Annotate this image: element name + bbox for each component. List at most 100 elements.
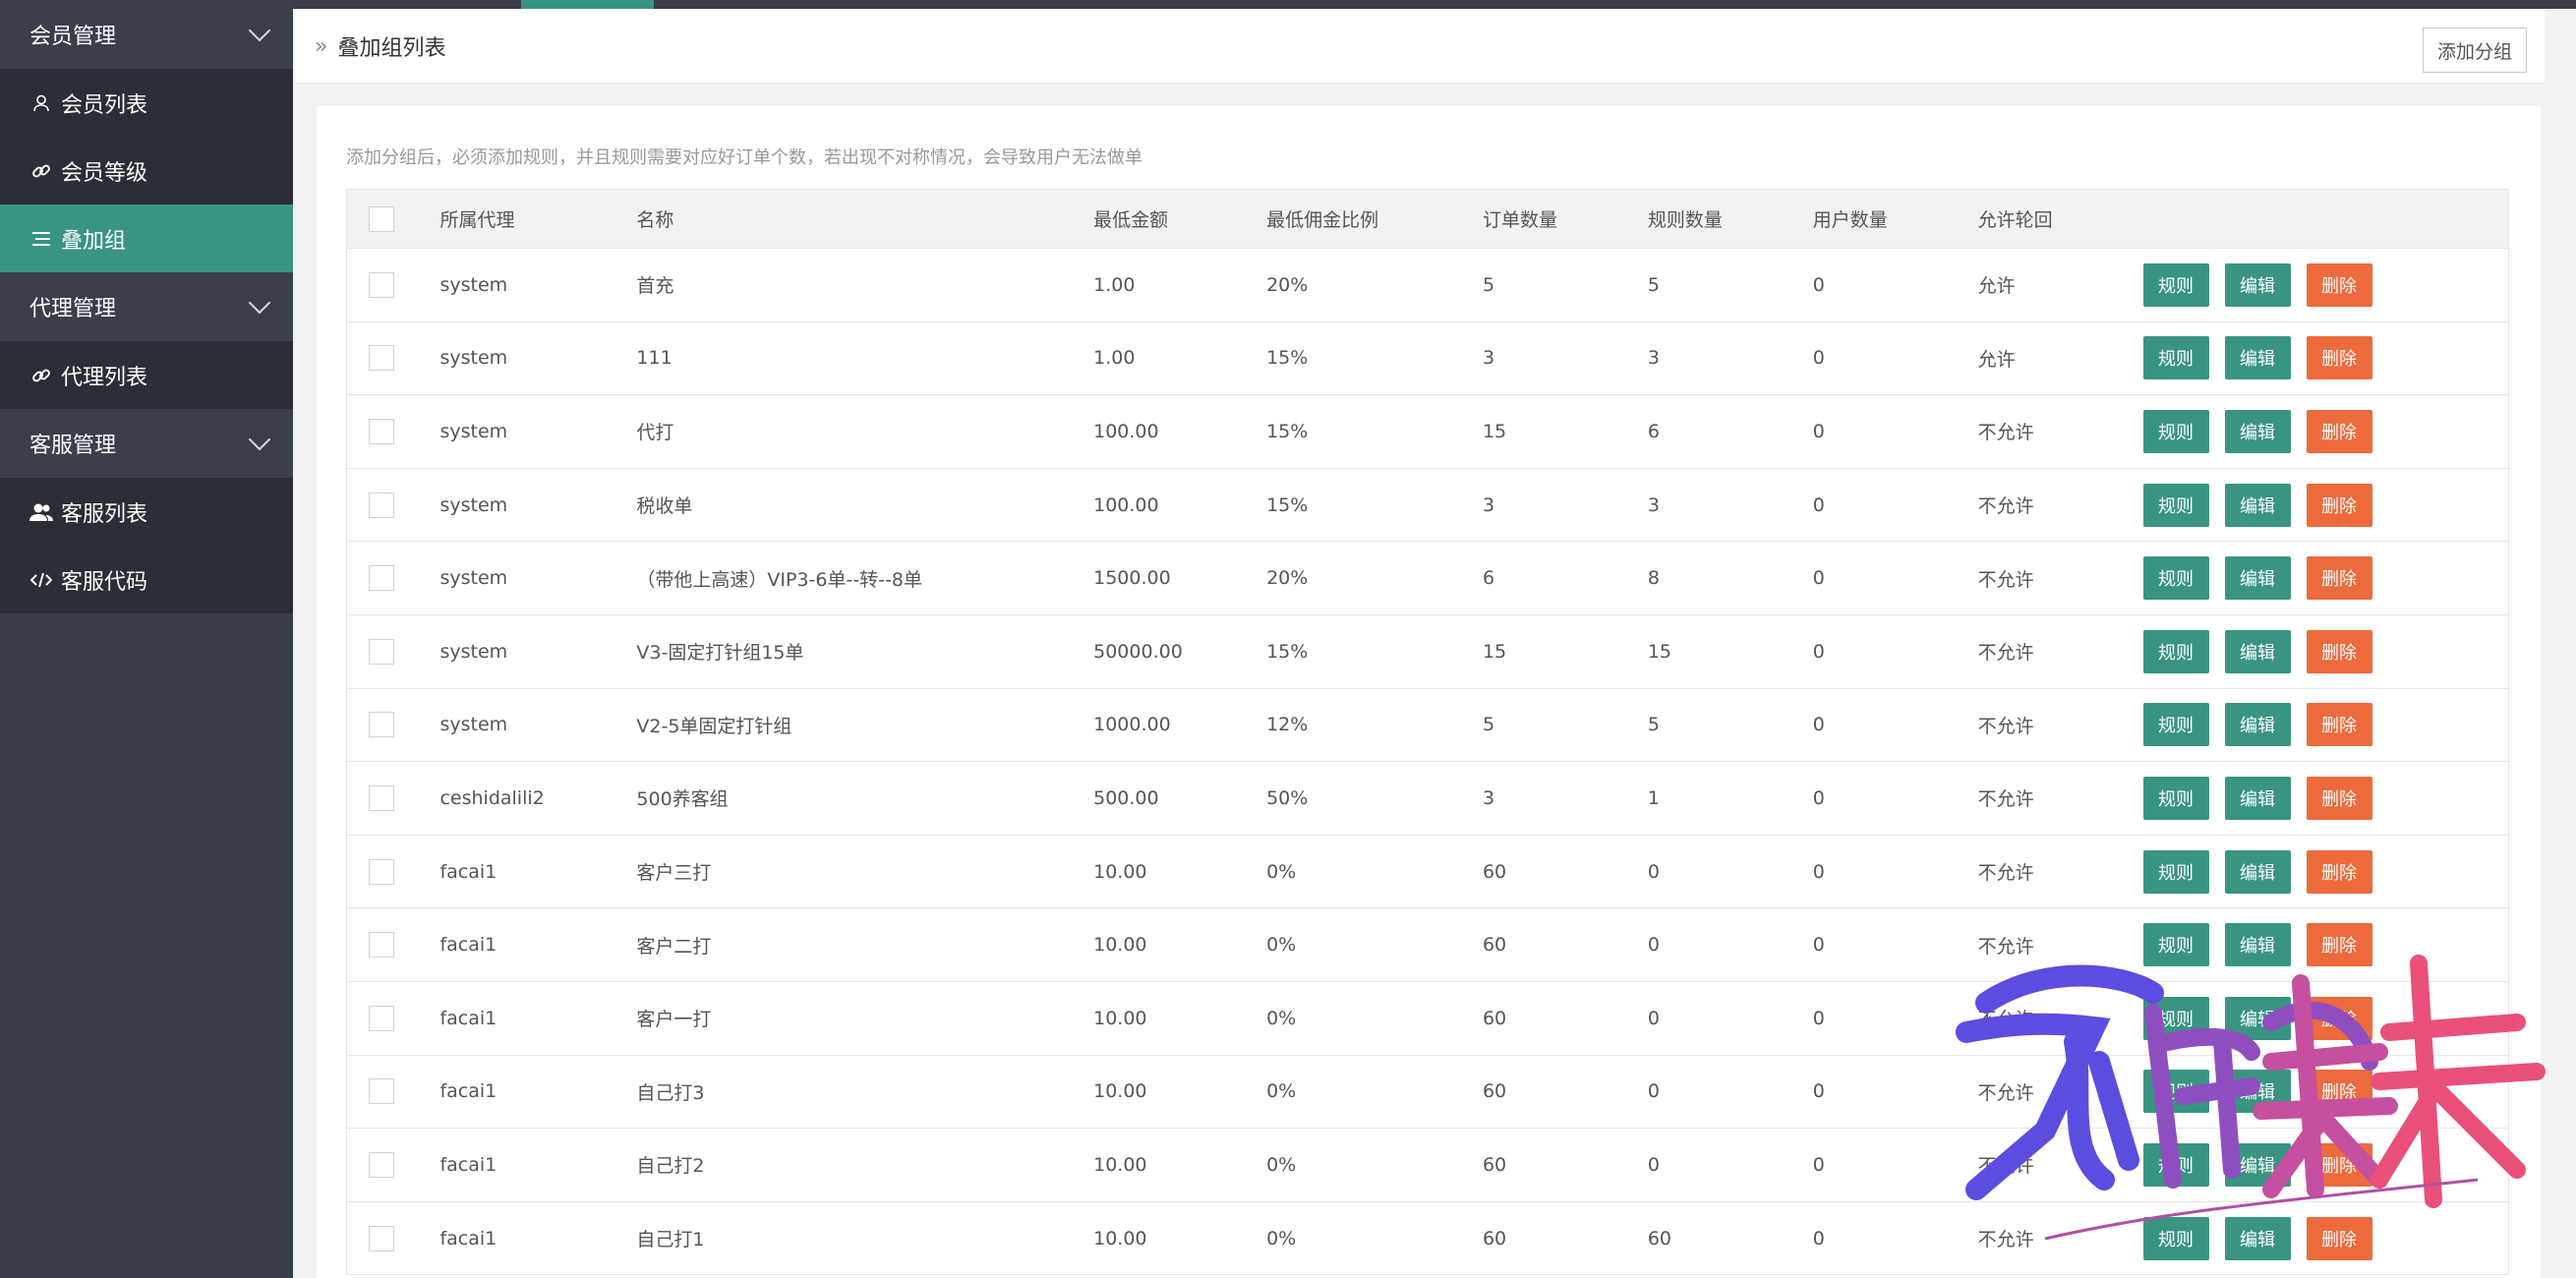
table-row: facai1 自己打2 10.00 0% 60 0 0 不允许 规则 编辑 删除 xyxy=(346,1128,2509,1202)
select-cell xyxy=(346,321,440,396)
nav-group-service[interactable]: 客服管理 xyxy=(0,409,293,478)
table-cell: 自己打1 xyxy=(636,1201,1094,1276)
rule-button[interactable]: 规则 xyxy=(2142,849,2209,894)
table-cell: 6 xyxy=(1482,541,1648,615)
table-cell: 20% xyxy=(1266,248,1483,322)
row-checkbox[interactable] xyxy=(369,418,394,444)
edit-button[interactable]: 编辑 xyxy=(2224,1142,2291,1187)
sidebar-item-member-level[interactable]: 会员等级 xyxy=(0,137,293,204)
table-cell: 15% xyxy=(1266,468,1483,543)
table-cell: 15% xyxy=(1266,394,1483,469)
chevron-down-icon xyxy=(248,19,271,42)
sidebar-item-service-list[interactable]: 客服列表 xyxy=(0,478,293,546)
table-row: facai1 客户一打 10.00 0% 60 0 0 不允许 规则 编辑 删除 xyxy=(346,981,2509,1056)
table-cell: V2-5单固定打针组 xyxy=(636,688,1094,763)
delete-button[interactable]: 删除 xyxy=(2306,776,2372,820)
delete-button[interactable]: 删除 xyxy=(2306,556,2372,601)
rule-button[interactable]: 规则 xyxy=(2142,1142,2209,1187)
delete-button[interactable]: 删除 xyxy=(2306,849,2372,894)
row-checkbox[interactable] xyxy=(369,1151,394,1178)
table-cell: 0 xyxy=(1812,688,1978,763)
rule-button[interactable]: 规则 xyxy=(2142,703,2209,747)
sidebar-item-agent-list[interactable]: 代理列表 xyxy=(0,341,293,409)
table-cell: system xyxy=(439,688,637,763)
actions-header xyxy=(2142,189,2509,249)
table-row: facai1 自己打3 10.00 0% 60 0 0 不允许 规则 编辑 删除 xyxy=(346,1055,2509,1130)
delete-button[interactable]: 删除 xyxy=(2306,483,2372,527)
rule-button[interactable]: 规则 xyxy=(2142,483,2209,527)
edit-button[interactable]: 编辑 xyxy=(2224,996,2291,1040)
user-icon xyxy=(29,94,53,112)
delete-button[interactable]: 删除 xyxy=(2306,409,2372,453)
delete-button[interactable]: 删除 xyxy=(2306,703,2372,747)
rule-button[interactable]: 规则 xyxy=(2142,409,2209,453)
nav-group-member[interactable]: 会员管理 xyxy=(0,0,293,69)
rule-button[interactable]: 规则 xyxy=(2142,556,2209,601)
edit-button[interactable]: 编辑 xyxy=(2224,629,2291,673)
sidebar-item-service-code[interactable]: 客服代码 xyxy=(0,546,293,613)
edit-button[interactable]: 编辑 xyxy=(2224,849,2291,894)
delete-button[interactable]: 删除 xyxy=(2306,996,2372,1040)
sidebar-item-overlay-group[interactable]: 叠加组 xyxy=(0,204,293,272)
table-cell: system xyxy=(439,468,637,543)
row-checkbox[interactable] xyxy=(369,271,394,298)
row-checkbox[interactable] xyxy=(369,638,394,665)
row-checkbox[interactable] xyxy=(369,784,394,811)
table-cell: 20% xyxy=(1266,541,1483,615)
nav-group-agent[interactable]: 代理管理 xyxy=(0,272,293,341)
row-checkbox[interactable] xyxy=(369,1078,394,1105)
rule-button[interactable]: 规则 xyxy=(2142,336,2209,380)
top-bar xyxy=(0,0,2576,9)
active-tab-indicator[interactable] xyxy=(521,0,654,9)
delete-button[interactable]: 删除 xyxy=(2306,1142,2372,1187)
table-cell: V3-固定打针组15单 xyxy=(636,614,1094,689)
rule-button[interactable]: 规则 xyxy=(2142,923,2209,967)
table-cell: 客户一打 xyxy=(636,981,1094,1056)
table-row: system V3-固定打针组15单 50000.00 15% 15 15 0 不允许 规则 编辑… xyxy=(346,614,2509,689)
rule-button[interactable]: 规则 xyxy=(2142,262,2209,307)
row-checkbox[interactable] xyxy=(369,858,394,885)
rule-button[interactable]: 规则 xyxy=(2142,776,2209,820)
users-icon xyxy=(29,503,53,521)
rule-button[interactable]: 规则 xyxy=(2142,1070,2209,1114)
delete-button[interactable]: 删除 xyxy=(2306,1216,2372,1260)
row-checkbox[interactable] xyxy=(369,1225,394,1251)
edit-button[interactable]: 编辑 xyxy=(2224,776,2291,820)
edit-button[interactable]: 编辑 xyxy=(2224,409,2291,453)
delete-button[interactable]: 删除 xyxy=(2306,1070,2372,1114)
delete-button[interactable]: 删除 xyxy=(2306,336,2372,380)
table-cell: 60 xyxy=(1482,981,1648,1056)
delete-button[interactable]: 删除 xyxy=(2306,629,2372,673)
edit-button[interactable]: 编辑 xyxy=(2224,262,2291,307)
table-cell: 允许 xyxy=(1977,321,2143,396)
edit-button[interactable]: 编辑 xyxy=(2224,923,2291,967)
edit-button[interactable]: 编辑 xyxy=(2224,1070,2291,1114)
table-cell: 10.00 xyxy=(1093,835,1267,909)
add-group-button[interactable]: 添加分组 xyxy=(2422,28,2527,73)
edit-button[interactable]: 编辑 xyxy=(2224,556,2291,601)
sidebar-item-label: 客服列表 xyxy=(61,501,148,527)
edit-button[interactable]: 编辑 xyxy=(2224,483,2291,527)
row-checkbox[interactable] xyxy=(369,712,394,738)
sidebar-item-label: 会员等级 xyxy=(61,160,148,186)
select-all-checkbox[interactable] xyxy=(369,205,394,232)
row-checkbox[interactable] xyxy=(369,932,394,958)
list-icon xyxy=(29,231,53,247)
row-checkbox[interactable] xyxy=(369,492,394,518)
table-cell: 0 xyxy=(1812,468,1978,543)
rule-button[interactable]: 规则 xyxy=(2142,1216,2209,1260)
edit-button[interactable]: 编辑 xyxy=(2224,1216,2291,1260)
delete-button[interactable]: 删除 xyxy=(2306,262,2372,307)
table-cell: 0% xyxy=(1266,835,1483,909)
row-checkbox[interactable] xyxy=(369,345,394,372)
row-checkbox[interactable] xyxy=(369,565,394,592)
rule-button[interactable]: 规则 xyxy=(2142,629,2209,673)
table-cell: 0 xyxy=(1812,907,1978,982)
edit-button[interactable]: 编辑 xyxy=(2224,703,2291,747)
row-checkbox[interactable] xyxy=(369,1005,394,1031)
edit-button[interactable]: 编辑 xyxy=(2224,336,2291,380)
rule-button[interactable]: 规则 xyxy=(2142,996,2209,1040)
sidebar-item-member-list[interactable]: 会员列表 xyxy=(0,69,293,137)
table-cell: system xyxy=(439,614,637,689)
delete-button[interactable]: 删除 xyxy=(2306,923,2372,967)
